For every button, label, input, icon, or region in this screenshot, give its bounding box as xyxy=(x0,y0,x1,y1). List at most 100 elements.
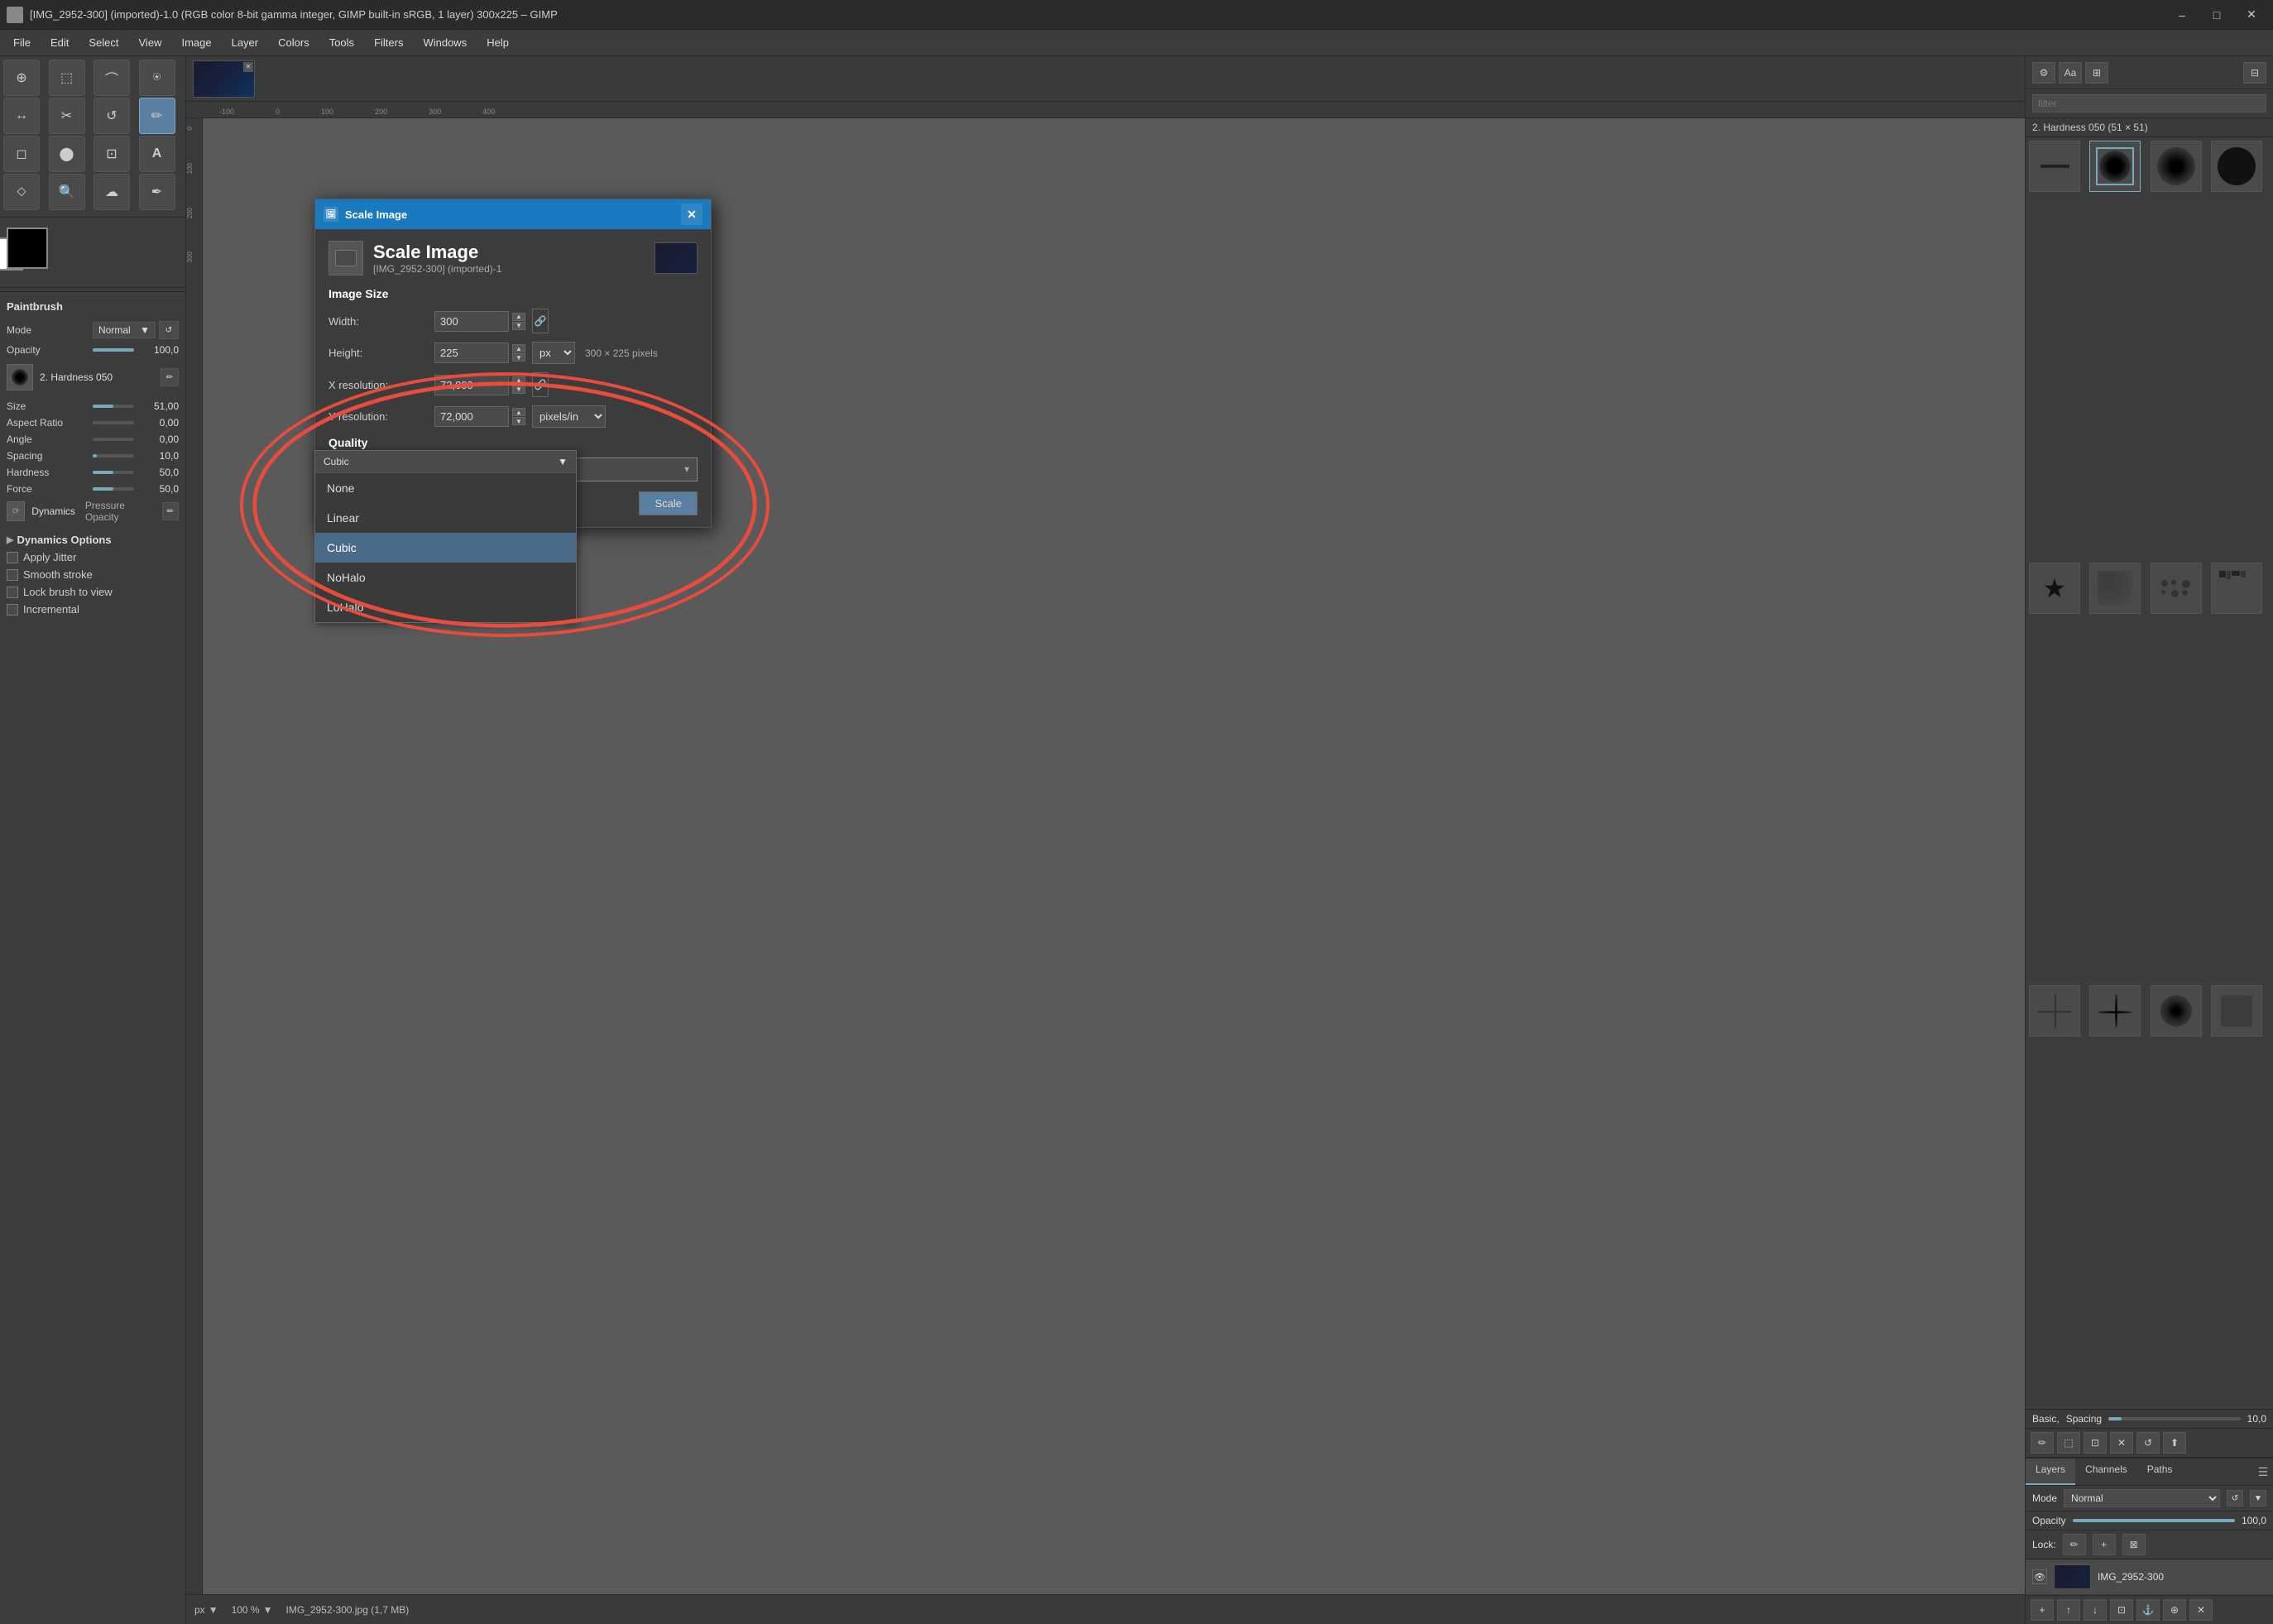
new-layer-btn[interactable]: + xyxy=(2031,1599,2054,1621)
panel-collapse-btn[interactable]: ⊟ xyxy=(2243,62,2266,84)
panel-tab-btn[interactable]: Aa xyxy=(2059,62,2082,84)
foreground-color-swatch[interactable] xyxy=(7,228,48,269)
paintbrush-btn[interactable]: ✏ xyxy=(139,98,175,134)
brush-filter-input[interactable] xyxy=(2032,94,2266,113)
brush-item-8[interactable] xyxy=(2211,563,2262,614)
mode-select[interactable]: Normal ▼ xyxy=(93,322,156,338)
transform-btn[interactable]: ↺ xyxy=(94,98,130,134)
menu-view[interactable]: View xyxy=(129,33,172,52)
paths-tab[interactable]: Paths xyxy=(2137,1459,2183,1485)
size-slider[interactable] xyxy=(93,405,134,408)
height-input[interactable] xyxy=(434,343,509,363)
layers-mode-auto-btn[interactable]: ▼ xyxy=(2250,1490,2266,1507)
x-resolution-input[interactable] xyxy=(434,375,509,395)
spacing-slider[interactable] xyxy=(2108,1417,2241,1420)
lock-pixels-btn[interactable]: ✏ xyxy=(2063,1534,2086,1555)
brush-preview-icon[interactable] xyxy=(7,364,33,390)
raise-layer-btn[interactable]: ↑ xyxy=(2057,1599,2080,1621)
brush-item-7[interactable] xyxy=(2151,563,2202,614)
channels-tab[interactable]: Channels xyxy=(2075,1459,2137,1485)
brush-item-4[interactable] xyxy=(2211,141,2262,192)
apply-jitter-checkbox[interactable] xyxy=(7,552,18,563)
layers-mode-reset-btn[interactable]: ↺ xyxy=(2227,1490,2243,1507)
menu-help[interactable]: Help xyxy=(477,33,519,52)
menu-filters[interactable]: Filters xyxy=(364,33,413,52)
layers-mode-select[interactable]: Normal xyxy=(2064,1489,2220,1507)
hardness-slider[interactable] xyxy=(93,471,134,474)
aspect-ratio-slider[interactable] xyxy=(93,421,134,424)
smudge-btn[interactable]: ☁ xyxy=(94,174,130,210)
brush-edit-btn[interactable]: ✏ xyxy=(2031,1432,2054,1454)
menu-select[interactable]: Select xyxy=(79,33,128,52)
fuzzy-select-btn[interactable]: ⍟ xyxy=(139,60,175,96)
eyedropper-btn[interactable]: ⬦ xyxy=(3,174,40,210)
panel-settings-btn[interactable]: ⚙ xyxy=(2032,62,2055,84)
force-slider[interactable] xyxy=(93,487,134,491)
angle-slider[interactable] xyxy=(93,438,134,441)
brush-item-9[interactable] xyxy=(2029,985,2080,1037)
lower-layer-btn[interactable]: ↓ xyxy=(2084,1599,2107,1621)
maximize-button[interactable]: □ xyxy=(2202,3,2232,26)
dynamics-edit-btn[interactable]: ✏ xyxy=(162,502,179,520)
height-up-btn[interactable]: ▲ xyxy=(512,344,525,352)
interpolation-select[interactable]: None Linear Cubic NoHalo LoHalo xyxy=(434,457,698,481)
layers-panel-menu-btn[interactable]: ☰ xyxy=(2253,1459,2273,1485)
brush-item-3[interactable] xyxy=(2151,141,2202,192)
brush-copy-btn[interactable]: ⊡ xyxy=(2084,1432,2107,1454)
x-res-up-btn[interactable]: ▲ xyxy=(512,376,525,385)
mode-reset-btn[interactable]: ↺ xyxy=(159,321,179,339)
paths-btn[interactable]: ✒ xyxy=(139,174,175,210)
brush-item-10[interactable] xyxy=(2089,985,2141,1037)
brush-item-2[interactable] xyxy=(2089,141,2141,192)
crop-btn[interactable]: ✂ xyxy=(49,98,85,134)
menu-layer[interactable]: Layer xyxy=(222,33,269,52)
menu-tools[interactable]: Tools xyxy=(319,33,364,52)
dialog-close-btn[interactable]: ✕ xyxy=(681,204,703,225)
menu-windows[interactable]: Windows xyxy=(413,33,477,52)
reset-button[interactable]: Reset xyxy=(391,491,450,515)
merge-layers-btn[interactable]: ⊕ xyxy=(2163,1599,2186,1621)
lock-position-btn[interactable]: + xyxy=(2093,1534,2116,1555)
unit-select[interactable]: px % in mm xyxy=(532,342,575,364)
lock-brush-checkbox[interactable] xyxy=(7,587,18,598)
eraser-btn[interactable]: ◻ xyxy=(3,136,40,172)
brush-new-btn[interactable]: ⬚ xyxy=(2057,1432,2080,1454)
incremental-checkbox[interactable] xyxy=(7,604,18,616)
lock-alpha-btn[interactable]: ⊠ xyxy=(2122,1534,2146,1555)
menu-colors[interactable]: Colors xyxy=(268,33,319,52)
unit-selector[interactable]: px ▼ xyxy=(194,1604,218,1616)
width-input[interactable] xyxy=(434,311,509,332)
layer-item[interactable]: 👁 IMG_2952-300 xyxy=(2026,1559,2273,1595)
minimize-button[interactable]: – xyxy=(2167,3,2197,26)
x-resolution-spinner[interactable]: ▲ ▼ xyxy=(512,376,525,394)
lasso-btn[interactable]: ⌒ xyxy=(94,60,130,96)
y-res-down-btn[interactable]: ▼ xyxy=(512,417,525,425)
panel-bookmark-btn[interactable]: ⊞ xyxy=(2085,62,2108,84)
layers-opacity-slider[interactable] xyxy=(2073,1519,2235,1522)
width-up-btn[interactable]: ▲ xyxy=(512,313,525,321)
clone-btn[interactable]: ⊡ xyxy=(94,136,130,172)
spacing-slider[interactable] xyxy=(93,454,134,457)
brush-item-1[interactable] xyxy=(2029,141,2080,192)
brush-item-6[interactable] xyxy=(2089,563,2141,614)
align-btn[interactable]: ↔ xyxy=(3,98,40,134)
brush-item-12[interactable] xyxy=(2211,985,2262,1037)
brush-edit-btn[interactable]: ✏ xyxy=(161,368,179,386)
resolution-unit-select[interactable]: pixels/in pixels/mm xyxy=(532,405,606,428)
scale-image-dialog[interactable]: 🖼 Scale Image ✕ Scale Image [IMG_2952-30… xyxy=(314,199,712,528)
help-button[interactable]: Help xyxy=(328,491,382,515)
zoom-selector[interactable]: 100 % ▼ xyxy=(232,1604,273,1616)
duplicate-layer-btn[interactable]: ⊡ xyxy=(2110,1599,2133,1621)
y-resolution-spinner[interactable]: ▲ ▼ xyxy=(512,408,525,425)
brush-delete-btn[interactable]: ✕ xyxy=(2110,1432,2133,1454)
text-btn[interactable]: A xyxy=(139,136,175,172)
anchor-layer-btn[interactable]: ⚓ xyxy=(2136,1599,2160,1621)
cancel-button[interactable]: Cancel xyxy=(458,491,523,515)
bucket-fill-btn[interactable]: ⬤ xyxy=(49,136,85,172)
brush-export-btn[interactable]: ⬆ xyxy=(2163,1432,2186,1454)
rect-select-btn[interactable]: ⬚ xyxy=(49,60,85,96)
brush-item-11[interactable] xyxy=(2151,985,2202,1037)
layers-tab[interactable]: Layers xyxy=(2026,1459,2075,1485)
menu-file[interactable]: File xyxy=(3,33,41,52)
opacity-slider[interactable] xyxy=(93,348,134,352)
